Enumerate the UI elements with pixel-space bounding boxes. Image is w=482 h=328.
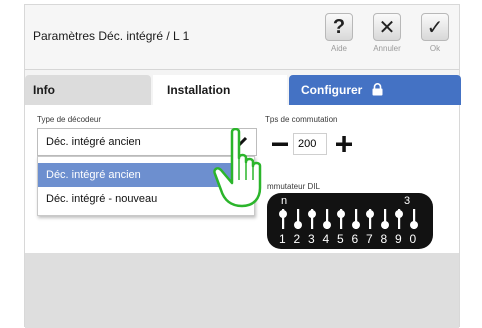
dil-switch[interactable] <box>322 207 332 231</box>
dil-switch-number: 3 <box>308 232 315 246</box>
help-icon: ? <box>325 13 353 41</box>
dil-on-label: n <box>281 195 288 207</box>
ok-button[interactable]: ✓ Ok <box>417 13 453 61</box>
tab-configurer-label: Configurer <box>301 83 363 97</box>
tab-installation[interactable]: Installation <box>153 75 287 105</box>
footer-area <box>25 253 459 328</box>
dil-switch-number: 1 <box>279 232 286 246</box>
dil-switch[interactable] <box>293 207 303 231</box>
ok-label: Ok <box>429 44 441 53</box>
pointer-hand-icon <box>212 127 274 215</box>
dil-switch[interactable] <box>409 207 419 231</box>
dil-mark-label: 3 <box>404 195 411 207</box>
dil-switch[interactable] <box>307 207 317 231</box>
dil-switch[interactable] <box>336 207 346 231</box>
dil-switch-number: 7 <box>366 232 373 246</box>
dil-switch-number: 6 <box>351 232 359 246</box>
tab-configurer[interactable]: Configurer <box>289 75 461 105</box>
dil-switch-number: 4 <box>322 232 330 246</box>
lock-icon <box>372 77 383 107</box>
dil-switch-number: 9 <box>395 232 402 246</box>
help-button[interactable]: ? Aide <box>321 13 357 61</box>
dil-switch-number: 8 <box>380 232 388 246</box>
page-title: Paramètres Déc. intégré / L 1 <box>33 29 190 43</box>
dil-switch-number: 2 <box>293 232 301 246</box>
close-icon: ✕ <box>373 13 401 41</box>
dil-switch[interactable] <box>394 207 404 231</box>
commutation-time-input[interactable]: 200 <box>293 133 327 155</box>
dil-switch[interactable] <box>278 207 288 231</box>
commutation-time-label: Tps de commutation <box>265 115 338 124</box>
dil-switch-block: n 3 1234567890 <box>267 193 433 249</box>
cancel-button[interactable]: ✕ Annuler <box>369 13 405 61</box>
dil-switch[interactable] <box>365 207 375 231</box>
tab-info[interactable]: Info <box>25 75 151 105</box>
dil-switch[interactable] <box>380 207 390 231</box>
dil-switch[interactable] <box>351 207 361 231</box>
header-bar: Paramètres Déc. intégré / L 1 ? Aide ✕ A… <box>25 5 459 70</box>
dil-switch-number: 5 <box>337 232 344 246</box>
cancel-label: Annuler <box>373 44 401 53</box>
tab-bar: Info Installation Configurer <box>25 75 461 105</box>
check-icon: ✓ <box>421 13 449 41</box>
help-label: Aide <box>330 44 347 53</box>
increment-button[interactable] <box>333 133 355 155</box>
dil-switch-number: 0 <box>409 232 417 246</box>
decoder-type-label: Type de décodeur <box>37 115 102 124</box>
dil-switch-label: mmutateur DIL <box>267 182 320 191</box>
decoder-type-value: Déc. intégré ancien <box>46 136 141 148</box>
